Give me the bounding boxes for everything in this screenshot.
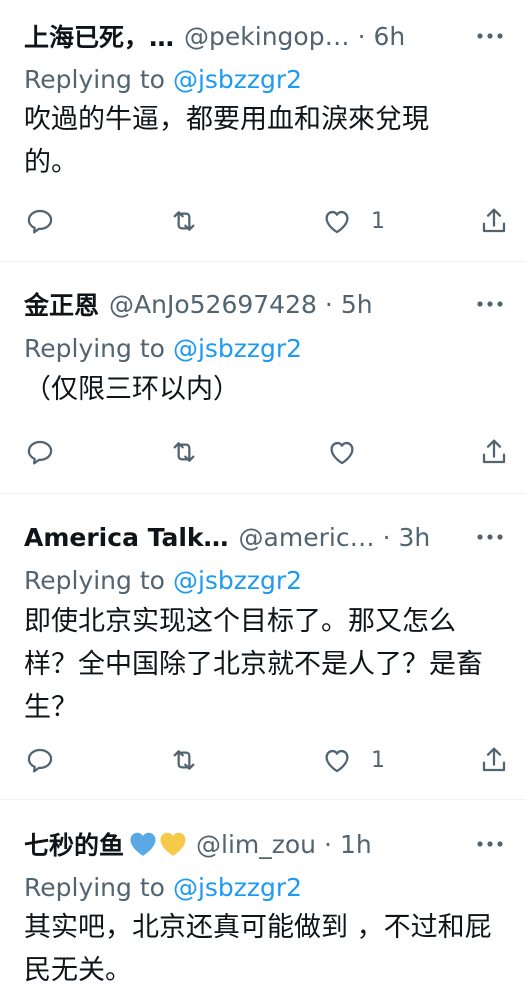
tweet-header: 七秒的鱼 @lim_zou · 1h (24, 827, 504, 861)
timestamp[interactable]: 5h (341, 290, 373, 319)
tweet-text: 吹過的牛逼，都要用血和淚來兌現的。 (24, 104, 429, 178)
display-name[interactable]: 七秒的鱼 (24, 826, 124, 862)
like-icon (325, 210, 349, 234)
display-name[interactable]: 上海已死，… (24, 18, 174, 54)
separator: · (324, 289, 333, 319)
more-icon[interactable] (470, 520, 510, 554)
more-icon[interactable] (470, 287, 510, 321)
mention-link[interactable]: @jsbzzgr2 (173, 566, 302, 595)
emoji-group (128, 829, 188, 859)
share-icon (482, 747, 506, 772)
like-button[interactable] (326, 430, 358, 474)
replying-to: Replying to @jsbzzgr2 (24, 62, 302, 96)
action-bar: 1 (0, 738, 526, 782)
separator: · (382, 522, 391, 552)
user-handle[interactable]: @lim_zou (196, 830, 316, 859)
retweet-button[interactable] (168, 199, 200, 243)
reply-button[interactable] (24, 738, 56, 782)
share-button[interactable] (478, 199, 510, 243)
tweet[interactable]: 上海已死，… @pekingop… · 6h Replying to @jsbz… (0, 0, 526, 262)
reply-icon (27, 748, 53, 773)
tweet-text: 其实吧，北京还真可能做到 ，不过和屁民无关。 (24, 912, 492, 986)
share-icon (482, 208, 506, 233)
retweet-icon (173, 442, 195, 462)
replying-label: Replying to (24, 333, 165, 363)
blue-heart-icon (130, 832, 156, 856)
retweet-button[interactable] (168, 430, 200, 474)
separator: · (357, 21, 366, 51)
replying-to: Replying to @jsbzzgr2 (24, 870, 302, 904)
mention-link[interactable]: @jsbzzgr2 (173, 334, 302, 363)
retweet-icon (173, 750, 195, 770)
mention-link[interactable]: @jsbzzgr2 (173, 873, 302, 902)
tweet-text: （仅限三环以内） (24, 374, 240, 405)
like-button[interactable]: 1 (321, 738, 385, 782)
reply-button[interactable] (24, 430, 56, 474)
tweet[interactable]: 七秒的鱼 @lim_zou · 1h Replying to @jsbzzgr2… (0, 800, 526, 1000)
retweet-icon (173, 211, 195, 231)
tweet[interactable]: 金正恩 @AnJo52697428 · 5h Replying to @jsbz… (0, 262, 526, 494)
reply-button[interactable] (24, 199, 56, 243)
timestamp[interactable]: 6h (374, 22, 406, 51)
display-name[interactable]: 金正恩 (24, 286, 99, 322)
retweet-button[interactable] (168, 738, 200, 782)
action-bar: 1 (0, 199, 526, 243)
replying-label: Replying to (24, 872, 165, 902)
replying-label: Replying to (24, 64, 165, 94)
user-handle[interactable]: @AnJo52697428 (109, 290, 317, 319)
tweet-header: America Talk… @americ… · 3h (24, 520, 504, 554)
tweet[interactable]: America Talk… @americ… · 3h Replying to … (0, 494, 526, 800)
tweet-header: 上海已死，… @pekingop… · 6h (24, 19, 504, 53)
user-handle[interactable]: @americ… (239, 523, 375, 552)
mention-link[interactable]: @jsbzzgr2 (173, 65, 302, 94)
replying-label: Replying to (24, 565, 165, 595)
action-bar (0, 430, 526, 474)
reply-icon (27, 440, 53, 465)
timestamp[interactable]: 1h (340, 830, 372, 859)
like-icon (325, 749, 349, 773)
user-handle[interactable]: @pekingop… (184, 22, 350, 51)
share-icon (482, 439, 506, 464)
yellow-heart-icon (160, 832, 186, 856)
share-button[interactable] (478, 430, 510, 474)
tweet-text: 即使北京实现这个目标了。那又怎么样？全中国除了北京就不是人了？是畜生？ (24, 606, 483, 723)
share-button[interactable] (478, 738, 510, 782)
more-icon[interactable] (470, 827, 510, 861)
like-count: 1 (371, 747, 385, 773)
separator: · (324, 829, 332, 859)
reply-icon (27, 209, 53, 234)
tweet-header: 金正恩 @AnJo52697428 · 5h (24, 287, 504, 321)
replying-to: Replying to @jsbzzgr2 (24, 331, 302, 365)
more-icon[interactable] (470, 19, 510, 53)
like-button[interactable]: 1 (321, 199, 385, 243)
like-icon (330, 441, 354, 465)
display-name[interactable]: America Talk… (24, 523, 229, 552)
replying-to: Replying to @jsbzzgr2 (24, 563, 302, 597)
like-count: 1 (371, 208, 385, 234)
timestamp[interactable]: 3h (399, 523, 431, 552)
